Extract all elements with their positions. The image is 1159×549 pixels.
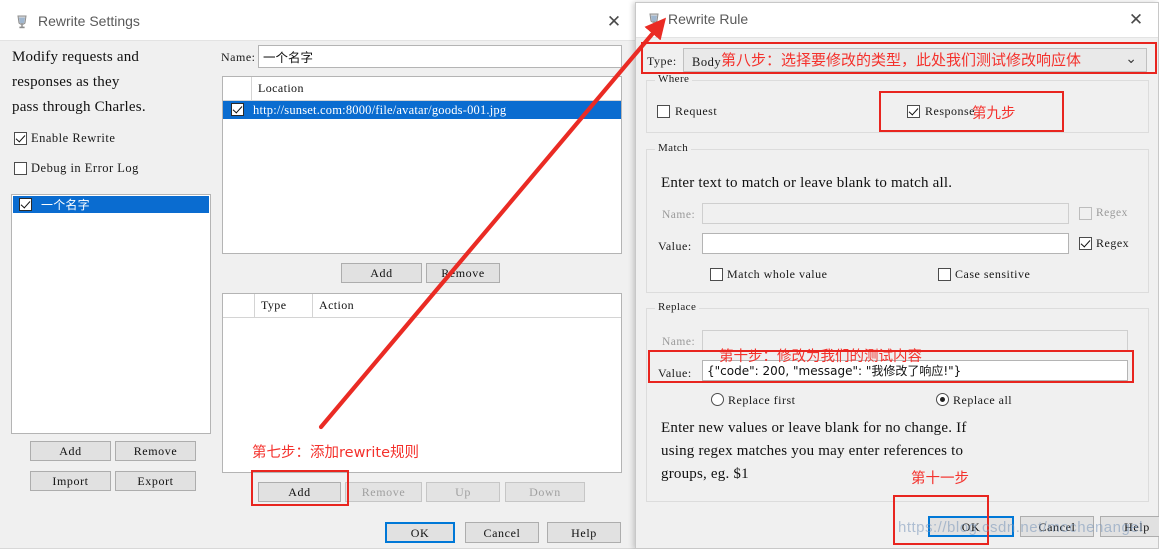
match-value-regex-checkbox[interactable] bbox=[1079, 237, 1092, 250]
match-name-label: Name: bbox=[662, 209, 696, 221]
locations-table[interactable]: Location http://sunset.com:8000/file/ava… bbox=[222, 76, 622, 254]
ruleset-remove-button[interactable]: Remove bbox=[115, 441, 196, 461]
replace-group: Replace Name: Value: {"code": 200, "mess… bbox=[646, 301, 1149, 502]
match-name-regex-checkbox bbox=[1079, 207, 1092, 220]
name-label: Name: bbox=[221, 50, 256, 64]
where-group-title: Where bbox=[655, 73, 693, 85]
annotation-step11: 第十一步 bbox=[911, 471, 969, 487]
replace-first-radio[interactable] bbox=[711, 393, 724, 406]
annotation-step10: 第十步：修改为我们的测试内容 bbox=[719, 349, 922, 365]
ruleset-item-label: 一个名字 bbox=[41, 198, 90, 212]
ruleset-import-button[interactable]: Import bbox=[30, 471, 111, 491]
replace-value-value: {"code": 200, "message": "我修改了响应!"} bbox=[707, 364, 962, 378]
replace-all-radio[interactable] bbox=[936, 393, 949, 406]
ruleset-export-button[interactable]: Export bbox=[115, 471, 196, 491]
table-row[interactable]: http://sunset.com:8000/file/avatar/goods… bbox=[223, 101, 621, 119]
debug-error-log-checkbox[interactable] bbox=[14, 162, 27, 175]
rules-table-header: Type Action bbox=[223, 294, 621, 318]
enable-rewrite-label: Enable Rewrite bbox=[31, 131, 116, 145]
locations-table-header: Location bbox=[223, 77, 621, 101]
type-select-value: Body bbox=[692, 55, 722, 69]
locations-col-location: Location bbox=[258, 81, 304, 95]
close-icon[interactable]: ✕ bbox=[592, 4, 636, 40]
rule-title: Rewrite Rule bbox=[668, 11, 749, 27]
response-label: Response bbox=[925, 104, 975, 118]
charles-app-icon bbox=[646, 12, 662, 28]
rewrite-settings-window: Rewrite Settings ✕ Modify requests and r… bbox=[0, 4, 637, 549]
settings-description-line-3: pass through Charles. bbox=[12, 99, 146, 115]
match-value-label: Value: bbox=[658, 239, 692, 253]
chevron-down-icon[interactable]: ⌄ bbox=[1125, 51, 1137, 67]
settings-titlebar: Rewrite Settings ✕ bbox=[0, 4, 636, 41]
match-name-input bbox=[702, 203, 1069, 224]
case-sensitive-label: Case sensitive bbox=[955, 267, 1031, 281]
response-checkbox[interactable] bbox=[907, 105, 920, 118]
case-sensitive-checkbox[interactable] bbox=[938, 268, 951, 281]
match-hint: Enter text to match or leave blank to ma… bbox=[661, 175, 953, 191]
replace-hint-line-2: using regex matches you may enter refere… bbox=[661, 443, 964, 459]
match-group-title: Match bbox=[655, 142, 692, 154]
rule-add-button[interactable]: Add bbox=[258, 482, 341, 502]
request-label: Request bbox=[675, 104, 718, 118]
settings-help-button[interactable]: Help bbox=[547, 522, 621, 543]
list-item[interactable]: 一个名字 bbox=[13, 196, 209, 213]
replace-value-label: Value: bbox=[658, 366, 692, 380]
match-whole-value-checkbox[interactable] bbox=[710, 268, 723, 281]
close-icon[interactable]: ✕ bbox=[1114, 3, 1158, 37]
rules-col-type: Type bbox=[261, 298, 287, 312]
annotation-step9: 第九步 bbox=[972, 106, 1016, 122]
ruleset-listbox[interactable]: 一个名字 bbox=[11, 194, 211, 434]
settings-ok-button[interactable]: OK bbox=[385, 522, 455, 543]
match-whole-value-label: Match whole value bbox=[727, 267, 828, 281]
charles-app-icon bbox=[14, 14, 30, 30]
type-label: Type: bbox=[647, 54, 677, 68]
settings-cancel-button[interactable]: Cancel bbox=[465, 522, 539, 543]
enable-rewrite-checkbox[interactable] bbox=[14, 132, 27, 145]
where-group: Where Request Response bbox=[646, 73, 1149, 133]
watermark: https://blog.csdn.net/mochenangel bbox=[898, 519, 1143, 536]
location-remove-button[interactable]: Remove bbox=[426, 263, 500, 283]
rule-remove-button: Remove bbox=[345, 482, 422, 502]
debug-error-log-label: Debug in Error Log bbox=[31, 161, 139, 175]
match-group: Match Enter text to match or leave blank… bbox=[646, 142, 1149, 293]
request-checkbox[interactable] bbox=[657, 105, 670, 118]
name-input[interactable]: 一个名字 bbox=[258, 45, 622, 68]
ruleset-item-checkbox[interactable] bbox=[19, 198, 32, 211]
settings-description-line-1: Modify requests and bbox=[12, 49, 140, 65]
rule-titlebar: Rewrite Rule ✕ bbox=[636, 3, 1158, 38]
settings-description-line-2: responses as they bbox=[12, 74, 120, 90]
ruleset-add-button[interactable]: Add bbox=[30, 441, 111, 461]
replace-hint-line-1: Enter new values or leave blank for no c… bbox=[661, 420, 967, 436]
match-value-regex-label: Regex bbox=[1096, 236, 1130, 250]
replace-first-label: Replace first bbox=[728, 393, 796, 407]
replace-name-label: Name: bbox=[662, 336, 696, 348]
settings-title: Rewrite Settings bbox=[38, 13, 140, 29]
replace-all-label: Replace all bbox=[953, 393, 1013, 407]
match-name-regex-label: Regex bbox=[1096, 207, 1128, 219]
replace-group-title: Replace bbox=[655, 301, 700, 313]
location-add-button[interactable]: Add bbox=[341, 263, 422, 283]
location-row-checkbox[interactable] bbox=[231, 103, 244, 116]
match-value-input[interactable] bbox=[702, 233, 1069, 254]
annotation-step7: 第七步：添加rewrite规则 bbox=[252, 445, 420, 461]
annotation-step8: 第八步：选择要修改的类型，此处我们测试修改响应体 bbox=[721, 51, 1082, 69]
rule-down-button: Down bbox=[505, 482, 585, 502]
rule-up-button: Up bbox=[426, 482, 500, 502]
location-row-value: http://sunset.com:8000/file/avatar/goods… bbox=[253, 103, 507, 117]
name-input-value: 一个名字 bbox=[263, 50, 314, 65]
rules-col-action: Action bbox=[319, 298, 355, 312]
rewrite-rule-window: Rewrite Rule ✕ Type: Body ⌄ Where Reques… bbox=[635, 2, 1159, 549]
replace-hint-line-3: groups, eg. $1 bbox=[661, 466, 749, 482]
